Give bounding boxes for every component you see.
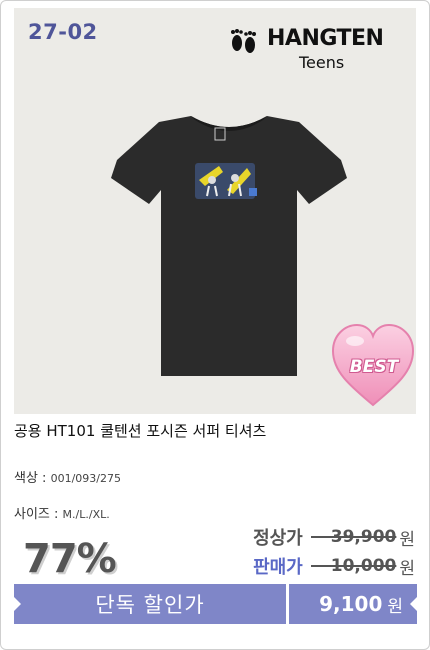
bar-notch-left	[14, 597, 21, 611]
tshirt-illustration	[111, 116, 347, 376]
strike-dash	[310, 536, 331, 538]
sale-price-value: 10,000	[330, 556, 397, 576]
exclusive-discount-label: 단독 할인가	[95, 593, 205, 617]
color-label: 색상 :	[14, 471, 47, 486]
exclusive-price: 9,100 원	[289, 584, 417, 624]
product-title[interactable]: 공용 HT101 쿨텐션 포시즌 서퍼 티셔츠	[14, 420, 266, 441]
exclusive-price-won: 원	[387, 596, 403, 617]
sale-price-won: 원	[399, 558, 415, 579]
size-option: 사이즈 : M./L./XL.	[14, 503, 110, 522]
regular-price-row: 정상가 39,900 원	[253, 524, 415, 550]
product-card[interactable]: 27-02 HANGTEN Teens BEST 공용 HT101 쿨텐션 포시…	[0, 0, 430, 650]
regular-price-label: 정상가	[253, 528, 303, 549]
best-badge-label: BEST	[349, 357, 399, 377]
sale-price-row: 판매가 10,000 원	[253, 553, 415, 579]
discount-rate: 77%	[23, 536, 117, 582]
color-option: 색상 : 001/093/275	[14, 467, 121, 486]
regular-price-value: 39,900	[330, 527, 397, 547]
sale-price-label: 판매가	[253, 557, 303, 578]
print-graphic	[195, 163, 257, 199]
size-label: 사이즈 :	[14, 507, 59, 522]
size-value: M./L./XL.	[62, 508, 110, 521]
brand-name: HANGTEN	[267, 26, 384, 51]
brand-sub: Teens	[299, 53, 345, 72]
brand-logo: HANGTEN Teens	[229, 26, 394, 72]
strike-dash	[310, 565, 331, 567]
regular-price-won: 원	[399, 529, 415, 550]
bar-notch-right	[410, 597, 417, 611]
exclusive-price-value: 9,100	[319, 592, 383, 616]
product-image[interactable]: 27-02 HANGTEN Teens	[14, 8, 416, 414]
color-value: 001/093/275	[50, 472, 121, 485]
product-code: 27-02	[28, 20, 98, 44]
exclusive-discount-bar[interactable]: 단독 할인가 9,100 원	[14, 584, 417, 624]
footprints-icon	[231, 29, 256, 53]
